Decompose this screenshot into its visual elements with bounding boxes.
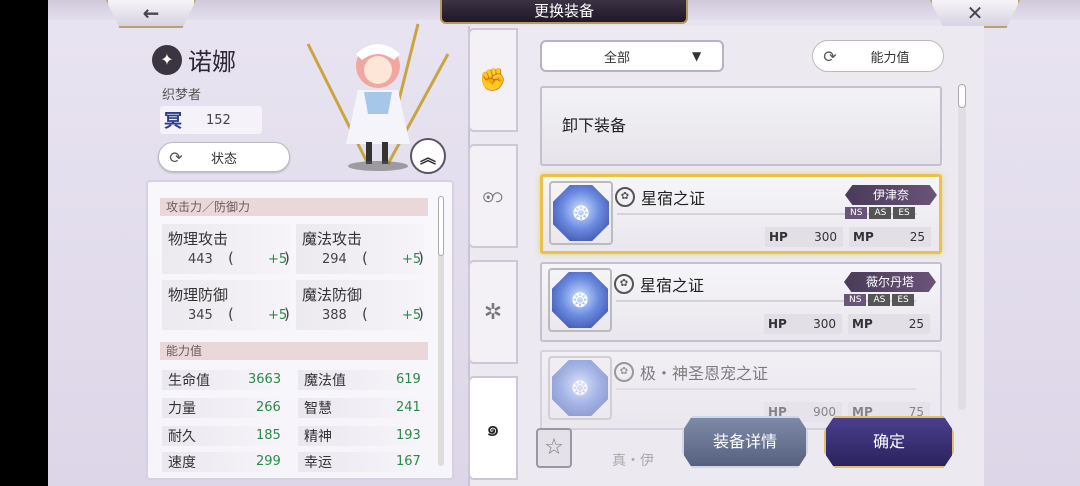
stat-magic-defense: 魔法防御 388 ( +5 ): [296, 280, 424, 330]
tag: NS: [844, 294, 867, 306]
star-icon: ☆: [544, 435, 564, 460]
tag: NS: [845, 207, 868, 219]
tag: ES: [893, 207, 915, 219]
partial-item-name: 真・伊: [612, 453, 654, 469]
stat-endurance: 耐久 185: [162, 426, 292, 446]
equipment-detail-button[interactable]: 装备详情: [682, 416, 808, 468]
equipment-item[interactable]: ❂ ✿ 星宿之证 薇尔丹塔 NS AS ES HP 300 MP 25: [540, 262, 942, 342]
tag: AS: [869, 207, 892, 219]
status-button[interactable]: ⟳ 状态: [158, 142, 290, 172]
tag-list: NS AS ES: [844, 294, 914, 306]
stat-mp: 魔法值 619: [298, 370, 428, 390]
tag: AS: [868, 294, 891, 306]
stats-scroll-thumb[interactable]: [438, 196, 444, 256]
gear-icon: ✲: [483, 299, 503, 325]
stat-speed: 速度 299: [162, 452, 292, 472]
tag-list: NS AS ES: [845, 207, 915, 219]
divider: [616, 388, 916, 390]
ability-header: 能力值: [160, 342, 428, 360]
owner-badge: 薇尔丹塔: [844, 272, 936, 292]
expand-button[interactable]: ︽: [410, 138, 446, 174]
close-icon: ✕: [966, 1, 984, 25]
refresh-icon: ⟳: [823, 46, 837, 66]
item-hp: HP 300: [764, 314, 842, 334]
fist-icon: ✊: [479, 67, 507, 93]
item-name: 星宿之证: [640, 276, 705, 295]
list-scrollbar[interactable]: [958, 84, 966, 410]
item-mp: MP 25: [848, 314, 930, 334]
double-chevron-up-icon: ︽: [419, 148, 436, 167]
page-title: 更换装备: [440, 0, 688, 24]
spiral-icon: ๑: [486, 416, 500, 442]
attack-defense-header: 攻击力／防御力: [160, 198, 428, 216]
level-value: 152: [206, 112, 231, 128]
chevron-down-icon: ▼: [692, 49, 702, 63]
stat-wisdom: 智慧 241: [298, 398, 428, 418]
stat-physical-defense: 物理防御 345 ( +5 ): [162, 280, 290, 330]
item-mp: MP 25: [849, 227, 931, 247]
back-button[interactable]: ←: [106, 0, 196, 28]
rarity-icon: ✿: [614, 274, 634, 294]
tab-spiral[interactable]: ๑: [468, 376, 518, 480]
item-hp: HP 300: [765, 227, 843, 247]
stat-physical-attack: 物理攻击 443 ( +5 ): [162, 224, 290, 274]
unequip-button[interactable]: 卸下装备: [540, 86, 942, 166]
stats-panel: 攻击力／防御力 物理攻击 443 ( +5 ) 魔法攻击 294 ( +5 ) …: [146, 180, 454, 480]
favorite-button[interactable]: ☆: [536, 428, 572, 468]
back-arrow-icon: ←: [142, 1, 160, 25]
owner-badge: 伊津奈: [845, 185, 937, 205]
item-name: 极・神圣恩宠之证: [640, 364, 769, 383]
close-button[interactable]: ✕: [930, 0, 1020, 28]
character-name: ✦ 诺娜: [152, 42, 236, 77]
filter-label: 全部: [603, 50, 630, 66]
sort-button[interactable]: ⟳ 能力值: [812, 40, 944, 72]
sort-label: 能力值: [870, 50, 910, 66]
gem-icon: ❂: [552, 272, 608, 328]
category-tabs: ✊ ꩦ ✲ ๑: [468, 26, 520, 486]
stat-luck: 幸运 167: [298, 452, 428, 472]
tab-gear[interactable]: ✲: [468, 260, 518, 364]
rarity-icon: ✿: [614, 362, 634, 382]
gem-icon: ❂: [552, 360, 608, 416]
element-icon: ✦: [152, 44, 182, 75]
filter-dropdown[interactable]: 全部 ▼: [540, 40, 724, 72]
stat-hp: 生命值 3663: [162, 370, 292, 390]
level-icon: 冥: [164, 111, 182, 132]
tab-fist[interactable]: ✊: [468, 28, 518, 132]
list-scroll-thumb[interactable]: [958, 84, 966, 108]
equipment-item[interactable]: ❂ ✿ 星宿之证 伊津奈 NS AS ES HP 300 MP 25: [540, 174, 942, 254]
level-box: 冥 152: [160, 106, 262, 134]
refresh-icon: ⟳: [169, 147, 183, 167]
item-name: 星宿之证: [641, 189, 706, 208]
tab-swirl[interactable]: ꩦ: [468, 144, 518, 248]
screen-edge: [0, 0, 48, 486]
character-class: 织梦者: [162, 88, 202, 103]
status-label: 状态: [210, 151, 237, 167]
rarity-icon: ✿: [615, 187, 635, 207]
stat-spirit: 精神 193: [298, 426, 428, 446]
stats-scrollbar[interactable]: [438, 196, 444, 466]
tag: ES: [892, 294, 914, 306]
stat-magic-attack: 魔法攻击 294 ( +5 ): [296, 224, 424, 274]
swirl-icon: ꩦ: [482, 182, 504, 208]
stat-strength: 力量 266: [162, 398, 292, 418]
character-name-text: 诺娜: [188, 48, 236, 76]
confirm-button[interactable]: 确定: [824, 416, 954, 468]
gem-icon: ❂: [553, 185, 609, 241]
